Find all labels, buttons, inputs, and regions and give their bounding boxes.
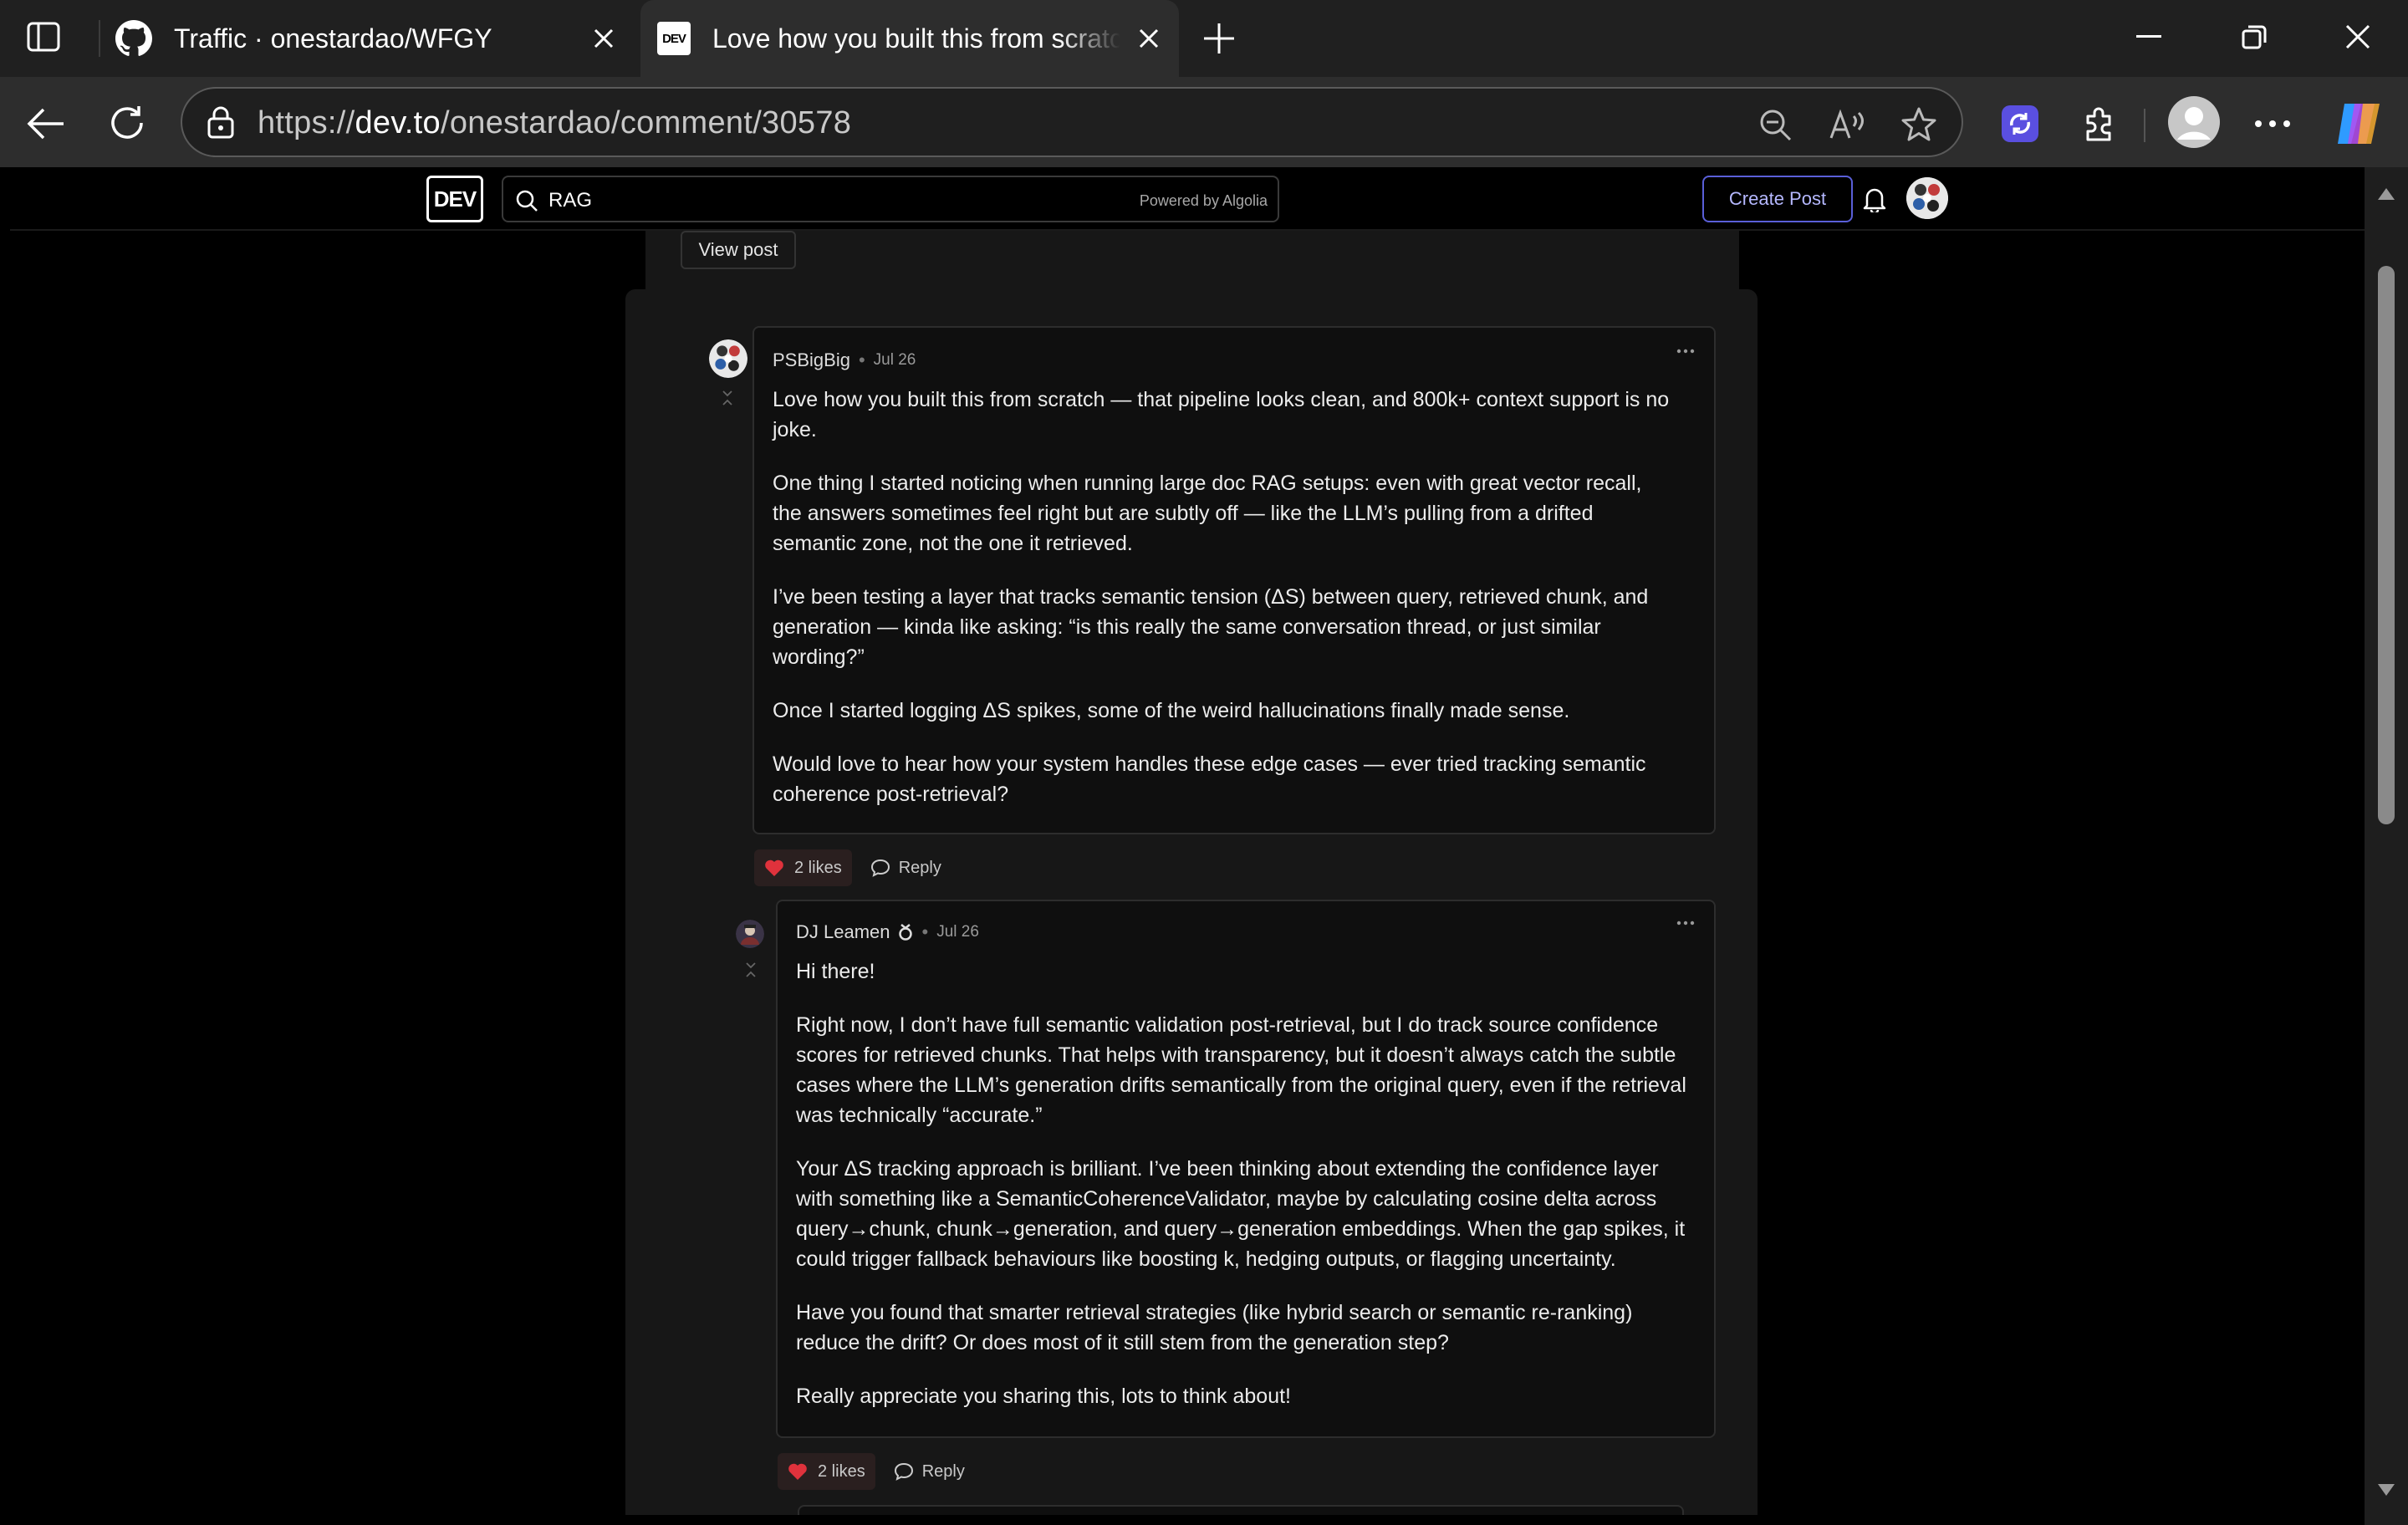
profile-avatar-icon[interactable] — [2166, 94, 2222, 150]
badge-icon — [897, 923, 914, 941]
reply-bubble-icon — [894, 1461, 914, 1482]
algolia-attribution[interactable]: Powered by Algolia — [1140, 192, 1268, 210]
comment-paragraph: Hi there! — [796, 960, 875, 983]
close-window-icon[interactable] — [2324, 13, 2391, 60]
browser-toolbar: https://dev.to/onestardao/comment/30578 — [0, 77, 2408, 167]
comment-meta: DJ Leamen • Jul 26 — [796, 921, 979, 943]
collapse-thread-icon[interactable] — [742, 960, 759, 980]
comment-paragraph: Right now, I don’t have full semantic va… — [796, 1013, 1686, 1127]
reply-button[interactable]: Reply — [885, 1453, 973, 1490]
close-tab-icon[interactable] — [1130, 20, 1167, 57]
search-value: RAG — [548, 189, 593, 212]
comment-paragraph: One thing I started noticing when runnin… — [773, 472, 1642, 555]
dev-logo[interactable]: DEV — [426, 176, 483, 222]
comment-body: Love how you built this from scratch — t… — [773, 385, 1676, 809]
user-avatar[interactable] — [1906, 177, 1948, 219]
extension-sync-icon[interactable] — [1995, 99, 2045, 149]
meta-separator: • — [858, 349, 865, 370]
tab-actions-icon[interactable] — [20, 17, 67, 57]
tab-title: Love how you built this from scratch — [712, 23, 1120, 54]
tab-title: Traffic · onestardao/WFGY — [174, 23, 492, 54]
comment-author[interactable]: DJ Leamen — [796, 921, 890, 943]
more-menu-icon[interactable] — [2247, 99, 2298, 149]
comment-actions: 2 likes Reply — [778, 1453, 973, 1490]
dev-icon: DEV — [657, 22, 691, 55]
scroll-down-arrow-icon[interactable] — [2376, 1480, 2396, 1500]
minimize-icon[interactable] — [2115, 13, 2182, 60]
toolbar-separator — [2144, 109, 2145, 142]
comment-paragraph: I’ve been testing a layer that tracks se… — [773, 585, 1649, 669]
like-button[interactable]: 2 likes — [754, 849, 852, 886]
comment-body: Hi there! Right now, I don’t have full s… — [796, 956, 1689, 1411]
comment-options-icon[interactable] — [1669, 913, 1702, 933]
site-info-lock-icon[interactable] — [202, 104, 239, 140]
avatar[interactable] — [709, 339, 747, 378]
extensions-puzzle-icon[interactable] — [2075, 99, 2125, 149]
new-tab-plus-icon[interactable] — [1197, 17, 1241, 60]
page-scrollbar[interactable] — [2365, 167, 2408, 1525]
comment-date[interactable]: Jul 26 — [936, 923, 979, 941]
address-bar[interactable]: https://dev.to/onestardao/comment/30578 — [181, 87, 1963, 157]
dev-favicon-text: DEV — [662, 31, 686, 46]
comment-author[interactable]: PSBigBig — [773, 349, 850, 371]
comment-paragraph: Once I started logging ΔS spikes, some o… — [773, 699, 1570, 722]
comment-meta: PSBigBig • Jul 26 — [773, 349, 916, 371]
comment-paragraph: Your ΔS tracking approach is brilliant. … — [796, 1157, 1686, 1271]
reply-bubble-icon — [870, 858, 890, 878]
favorite-star-icon[interactable] — [1898, 104, 1940, 145]
page-viewport: DEV RAG Powered by Algolia Create Post V… — [10, 167, 2365, 1515]
likes-count: 2 likes — [794, 858, 842, 877]
next-comment-box — [798, 1505, 1684, 1515]
browser-tab-strip: Traffic · onestardao/WFGY DEV Love how y… — [0, 0, 2408, 77]
likes-count: 2 likes — [818, 1461, 865, 1481]
meta-separator: • — [921, 921, 929, 942]
restore-icon[interactable] — [2221, 13, 2288, 60]
notifications-bell-icon[interactable] — [1856, 181, 1893, 217]
view-post-button[interactable]: View post — [681, 231, 796, 269]
heart-icon — [764, 858, 786, 878]
comment-date[interactable]: Jul 26 — [874, 351, 916, 370]
scrollbar-thumb[interactable] — [2378, 266, 2395, 824]
reply-button[interactable]: Reply — [862, 849, 950, 886]
post-footer: View post — [645, 231, 1739, 293]
comment-actions: 2 likes Reply — [754, 849, 950, 886]
search-icon — [513, 187, 540, 214]
like-button[interactable]: 2 likes — [778, 1453, 875, 1490]
create-post-button[interactable]: Create Post — [1702, 176, 1853, 222]
back-arrow-icon[interactable] — [20, 99, 70, 149]
comment-paragraph: Really appreciate you sharing this, lots… — [796, 1385, 1292, 1408]
url-text: https://dev.to/onestardao/comment/30578 — [258, 105, 851, 141]
collapse-thread-icon[interactable] — [719, 388, 736, 408]
url-scheme: https:// — [258, 105, 355, 140]
comment-box: DJ Leamen • Jul 26 Hi there! Right now, … — [776, 900, 1716, 1438]
url-host: dev.to — [355, 105, 441, 140]
url-path: /onestardao/comment/30578 — [440, 105, 852, 140]
comment-box: PSBigBig • Jul 26 Love how you built thi… — [752, 326, 1716, 834]
heart-icon — [788, 1461, 809, 1482]
comments-section: PSBigBig • Jul 26 Love how you built thi… — [625, 289, 1758, 1515]
read-aloud-icon[interactable] — [1826, 104, 1868, 145]
tab-dev-comment[interactable]: DEV Love how you built this from scratch — [640, 0, 1179, 77]
avatar[interactable] — [736, 920, 764, 948]
close-tab-icon[interactable] — [585, 20, 622, 57]
scroll-up-arrow-icon[interactable] — [2376, 184, 2396, 204]
refresh-icon[interactable] — [102, 99, 152, 149]
comment-paragraph: Would love to hear how your system handl… — [773, 752, 1646, 806]
zoom-out-icon[interactable] — [1754, 104, 1796, 145]
reply-label: Reply — [898, 858, 941, 877]
comment-paragraph: Have you found that smarter retrieval st… — [796, 1301, 1633, 1354]
reply-label: Reply — [921, 1461, 965, 1481]
comment-paragraph: Love how you built this from scratch — t… — [773, 388, 1670, 441]
search-input[interactable]: RAG Powered by Algolia — [502, 176, 1279, 222]
copilot-icon[interactable] — [2333, 99, 2383, 149]
comment-options-icon[interactable] — [1669, 341, 1702, 361]
github-icon — [115, 20, 152, 57]
dev-header: DEV RAG Powered by Algolia Create Post — [10, 167, 2365, 231]
tab-github-traffic[interactable]: Traffic · onestardao/WFGY — [99, 0, 634, 77]
